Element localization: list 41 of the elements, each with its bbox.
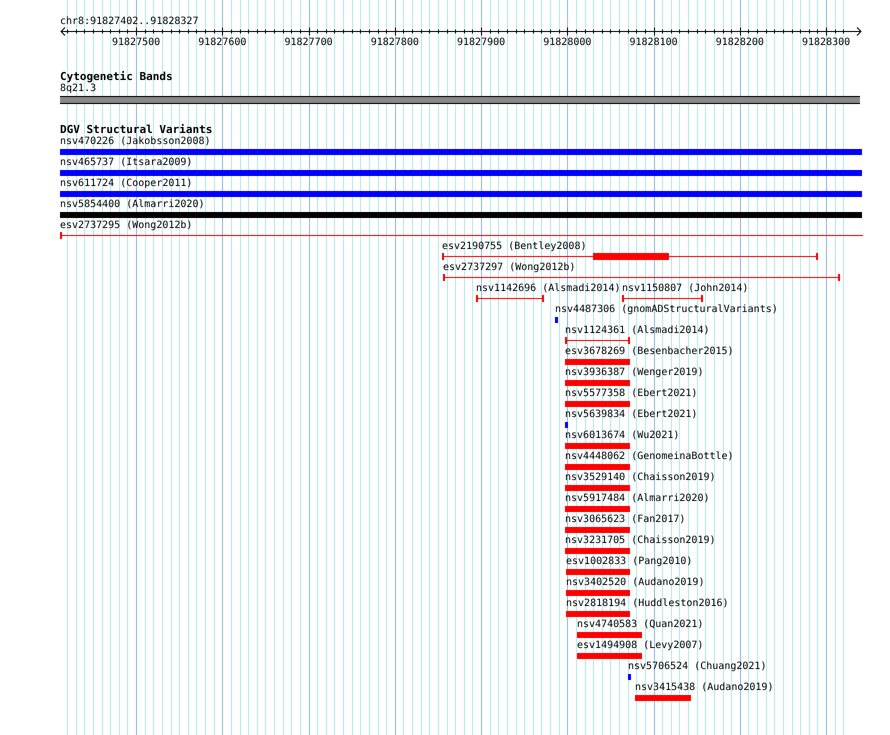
- variant-label: nsv2818194 (Huddleston2016): [566, 598, 729, 610]
- variant-label: nsv5639834 (Ebert2021): [565, 409, 698, 421]
- tick-label: 91828300: [802, 37, 850, 49]
- variant-label: nsv3529140 (Chaisson2019): [565, 472, 716, 484]
- variant-label: nsv5577358 (Ebert2021): [565, 388, 698, 400]
- track-title: DGV Structural Variants: [60, 124, 212, 136]
- tick-label: 91827600: [198, 37, 246, 49]
- variant-label: nsv470226 (Jakobsson2008): [60, 136, 211, 148]
- tick-label: 91828000: [543, 37, 592, 49]
- variant-label: nsv5854400 (Almarri2020): [60, 199, 204, 211]
- variant-label: nsv611724 (Cooper2011): [60, 178, 192, 190]
- variant-label: nsv3402520 (Audano2019): [566, 577, 704, 589]
- variant-label: nsv3415438 (Audano2019): [635, 682, 774, 694]
- tick-label: 91828100: [630, 37, 678, 49]
- variant-label: nsv1150807 (John2014): [622, 283, 748, 295]
- variant-label: nsv4740583 (Quan2021): [577, 619, 704, 631]
- tick-label: 91827500: [112, 37, 160, 49]
- variant-label: nsv1124361 (Alsmadi2014): [565, 325, 710, 337]
- variant-label: nsv4487306 (gnomADStructuralVariants): [555, 304, 778, 316]
- variant-label: esv2190755 (Bentley2008): [442, 241, 586, 253]
- variant-label: nsv3065623 (Fan2017): [565, 514, 686, 526]
- variant-label: nsv3936387 (Wenger2019): [565, 367, 704, 379]
- variant-label: nsv1142696 (Alsmadi2014): [476, 283, 620, 295]
- ruler-location: chr8:91827402..91828327: [60, 16, 198, 28]
- tick-label: 91827700: [284, 37, 333, 49]
- variant-label: esv1494908 (Levy2007): [577, 640, 704, 652]
- variant-label: nsv5706524 (Chuang2021): [628, 661, 766, 673]
- variant-label: nsv3231705 (Chaisson2019): [565, 535, 716, 547]
- tick-label: 91827800: [370, 37, 419, 49]
- track-title: Cytogenetic Bands: [60, 71, 173, 83]
- variant-label: nsv5917484 (Almarri2020): [565, 493, 710, 505]
- variant-label: nsv4448062 (GenomeinaBottle): [565, 451, 734, 463]
- variant-label: esv3678269 (Besenbacher2015): [565, 346, 734, 358]
- variant-label: esv2737295 (Wong2012b): [60, 220, 192, 232]
- tick-label: 91827900: [457, 37, 506, 49]
- tick-label: 91828200: [716, 37, 764, 49]
- variant-label: nsv6013674 (Wu2021): [565, 430, 680, 442]
- variant-label: esv2737297 (Wong2012b): [443, 262, 576, 274]
- band-label: 8q21.3: [60, 83, 96, 95]
- variant-label: esv1002833 (Pang2010): [566, 556, 692, 568]
- variant-label: nsv465737 (Itsara2009): [60, 157, 192, 169]
